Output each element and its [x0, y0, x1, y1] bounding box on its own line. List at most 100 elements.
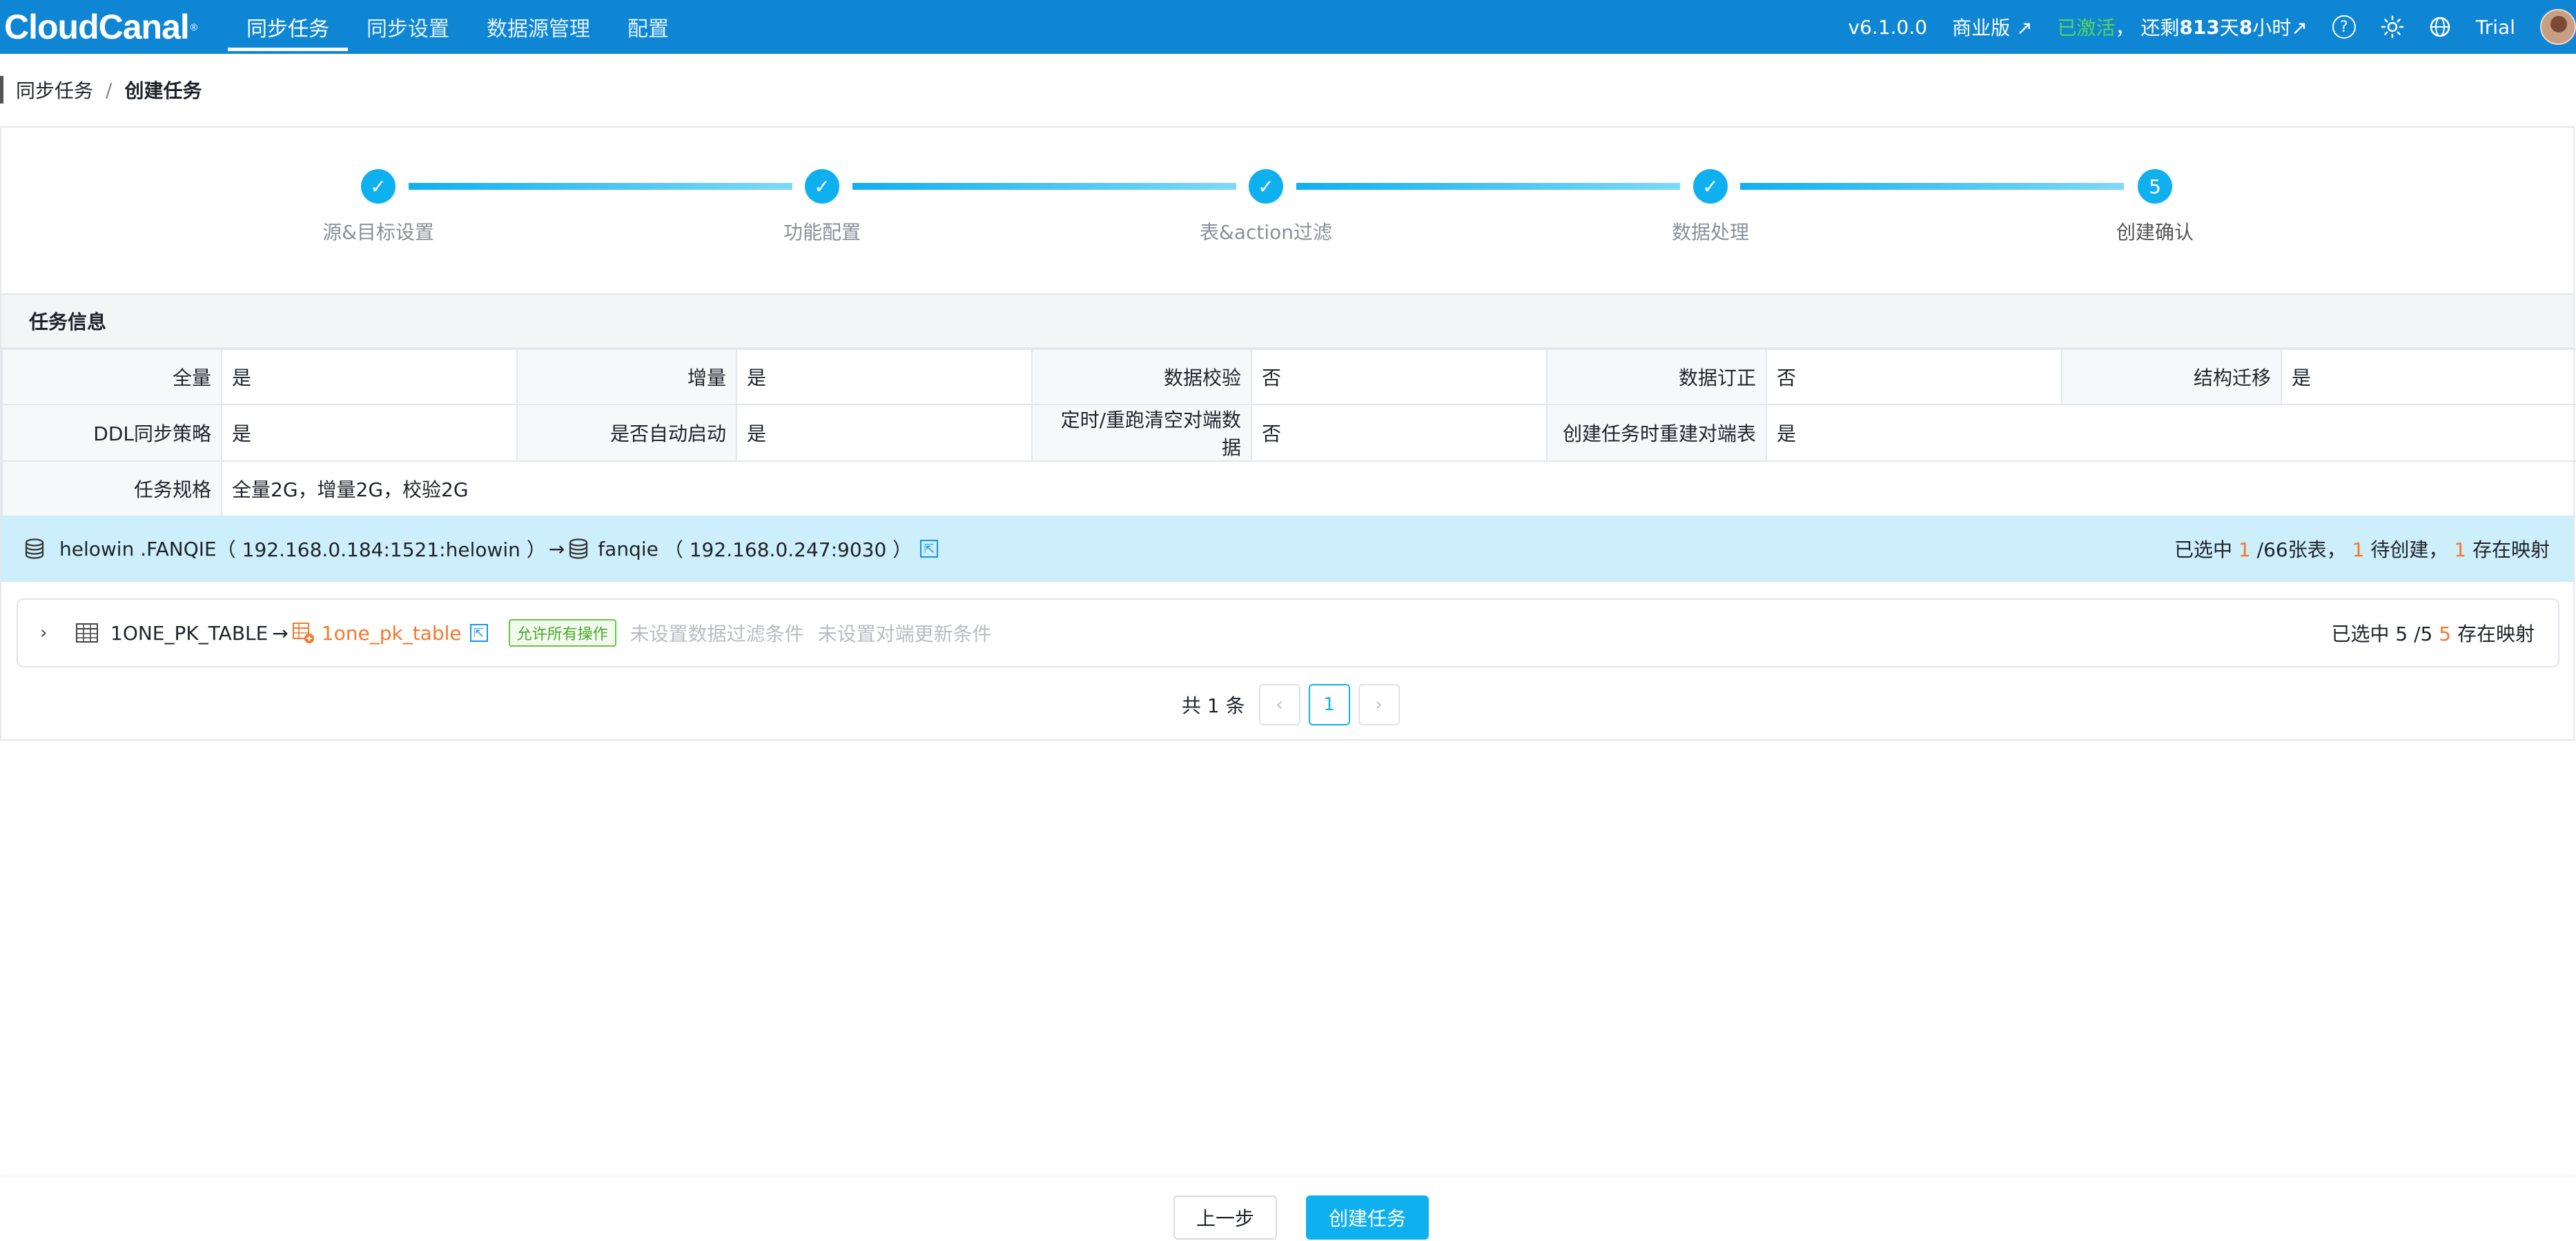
- external-link-icon[interactable]: ⇱: [920, 540, 939, 558]
- remain-days-unit: 天: [2219, 17, 2239, 39]
- exist-label: 存在映射: [2466, 538, 2550, 561]
- info-value: 是: [736, 404, 1033, 462]
- pending-count: 1: [2352, 538, 2365, 561]
- arrow-icon: →: [272, 621, 289, 645]
- version-label: v6.1.0.0: [1848, 15, 1928, 39]
- selected-count: 1: [2238, 538, 2251, 561]
- step-source-target: ✓ 源&目标设置: [295, 169, 461, 245]
- list-item[interactable]: › 1ONE_PK_TABLE → 1one_pk_table ⇱ 允许所有操作…: [17, 598, 2559, 667]
- step-progress: ✓ 源&目标设置 ✓ 功能配置 ✓ 表&action过滤 ✓ 数据处理 5 创建…: [1, 169, 2573, 252]
- info-key: 创建任务时重建对端表: [1546, 404, 1767, 462]
- info-value: 否: [1251, 349, 1548, 405]
- pagination: 共 1 条 ‹ 1 ›: [1182, 684, 1400, 725]
- table-row: 全量 是 增量 是 数据校验 否 数据订正 否 结构迁移 是: [1, 349, 2576, 405]
- row-summary: 已选中 5 /5 5 存在映射: [2332, 619, 2535, 647]
- prev-page-button[interactable]: ‹: [1258, 684, 1300, 725]
- selected-total: /66张表，: [2250, 538, 2352, 561]
- allow-all-ops-tag: 允许所有操作: [508, 619, 616, 647]
- target-name: fanqie: [598, 537, 658, 560]
- step-connector: [409, 183, 792, 190]
- nav-item-sync-settings[interactable]: 同步设置: [348, 0, 468, 54]
- target-update-hint[interactable]: 未设置对端更新条件: [818, 619, 992, 647]
- info-key: 数据订正: [1546, 349, 1767, 405]
- table-row: 任务规格 全量2G，增量2G，校验2G: [1, 460, 2576, 517]
- previous-step-button[interactable]: 上一步: [1173, 1195, 1277, 1240]
- nav-item-sync-tasks[interactable]: 同步任务: [228, 0, 348, 54]
- pagination-total: 共 1 条: [1182, 694, 1245, 717]
- step-label: 创建确认: [2116, 221, 2194, 244]
- info-value: 是: [221, 349, 518, 405]
- mapping-banner: helowin .FANQIE （ 192.168.0.184:1521:hel…: [1, 516, 2573, 582]
- chevron-right-icon[interactable]: ›: [40, 623, 68, 643]
- nav-item-config[interactable]: 配置: [609, 0, 687, 54]
- step-create-confirm: 5 创建确认: [2072, 169, 2238, 245]
- source-table-name: 1ONE_PK_TABLE: [110, 621, 269, 645]
- step-label: 数据处理: [1671, 221, 1749, 244]
- info-key: 定时/重跑清空对端数据: [1031, 404, 1252, 462]
- remain-prefix: ， 还剩: [2115, 17, 2180, 39]
- help-icon[interactable]: ?: [2332, 15, 2356, 39]
- remain-hours: 8: [2238, 15, 2253, 39]
- info-value: 是: [2281, 349, 2576, 405]
- main-nav: 同步任务 同步设置 数据源管理 配置: [228, 0, 687, 54]
- edition-link[interactable]: 商业版 ↗: [1952, 13, 2032, 41]
- page-1-button[interactable]: 1: [1308, 684, 1350, 725]
- mapping-summary: 已选中 1 /66张表， 1 待创建， 1 存在映射: [2174, 535, 2550, 563]
- info-value: 否: [1251, 404, 1548, 462]
- row-selected-prefix: 已选中 5 /5: [2331, 623, 2439, 645]
- step-label: 源&目标设置: [322, 221, 434, 244]
- top-right-area: v6.1.0.0 商业版 ↗ 已激活， 还剩 813 天 8 小时↗ ? Tri…: [1848, 0, 2576, 54]
- check-icon: ✓: [1693, 169, 1728, 204]
- info-value: 否: [1766, 349, 2062, 405]
- info-key: DDL同步策略: [1, 404, 222, 462]
- new-table-icon: [292, 623, 314, 643]
- step-number: 5: [2138, 169, 2172, 204]
- step-label: 表&action过滤: [1199, 221, 1333, 244]
- target-address: （ 192.168.0.247:9030 ）: [663, 538, 913, 561]
- nav-item-datasource-management[interactable]: 数据源管理: [468, 0, 609, 54]
- pending-label: 待创建，: [2364, 538, 2455, 561]
- next-page-button[interactable]: ›: [1358, 684, 1400, 725]
- arrow-icon: →: [548, 537, 565, 560]
- breadcrumb-parent[interactable]: 同步任务: [16, 76, 93, 104]
- footer-bar: 上一步 创建任务: [0, 1178, 2576, 1241]
- table-icon: [76, 623, 98, 643]
- step-feature-config: ✓ 功能配置: [739, 169, 905, 245]
- license-status[interactable]: 已激活， 还剩 813 天 8 小时↗: [2057, 13, 2307, 41]
- step-data-processing: ✓ 数据处理: [1628, 169, 1793, 245]
- step-connector: [1296, 183, 1680, 190]
- info-value: 是: [1766, 404, 2576, 462]
- info-value: 全量2G，增量2G，校验2G: [221, 460, 2576, 517]
- activated-label: 已激活: [2057, 17, 2116, 39]
- info-value: 是: [736, 349, 1033, 405]
- remain-days: 813: [2179, 15, 2220, 39]
- breadcrumb-current: 创建任务: [124, 79, 202, 102]
- avatar[interactable]: [2540, 9, 2576, 45]
- globe-icon[interactable]: [2429, 16, 2451, 38]
- info-key: 数据校验: [1031, 349, 1252, 405]
- create-task-button[interactable]: 创建任务: [1306, 1195, 1429, 1240]
- check-icon: ✓: [1249, 169, 1283, 204]
- remain-hours-unit: 小时↗: [2252, 17, 2307, 39]
- task-info-table: 全量 是 增量 是 数据校验 否 数据订正 否 结构迁移 是 DDL同步策略 是…: [1, 349, 2576, 517]
- row-exist-count: 5: [2439, 623, 2452, 645]
- external-link-icon[interactable]: ⇱: [469, 624, 488, 642]
- row-exist-label: 存在映射: [2451, 623, 2535, 645]
- target-table-name[interactable]: 1one_pk_table: [322, 622, 462, 645]
- data-filter-hint[interactable]: 未设置数据过滤条件: [630, 619, 804, 647]
- selected-prefix: 已选中: [2174, 538, 2238, 561]
- task-info-title: 任务信息: [1, 293, 2573, 349]
- breadcrumb: 同步任务 / 创建任务: [0, 76, 202, 104]
- info-key: 全量: [1, 349, 222, 405]
- info-key: 增量: [516, 349, 737, 405]
- logo[interactable]: CloudCanal ®: [0, 0, 211, 54]
- create-task-card: ✓ 源&目标设置 ✓ 功能配置 ✓ 表&action过滤 ✓ 数据处理 5 创建…: [0, 126, 2576, 741]
- sun-icon[interactable]: [2381, 15, 2404, 39]
- user-name[interactable]: Trial: [2476, 16, 2515, 39]
- mapping-source-target: helowin .FANQIE （ 192.168.0.184:1521:hel…: [23, 535, 939, 563]
- breadcrumb-separator: /: [106, 78, 113, 101]
- database-icon: [569, 538, 588, 559]
- source-name: helowin .FANQIE: [59, 537, 217, 560]
- top-bar: CloudCanal ® 同步任务 同步设置 数据源管理 配置 v6.1.0.0 …: [0, 0, 2576, 54]
- step-label: 功能配置: [783, 221, 861, 244]
